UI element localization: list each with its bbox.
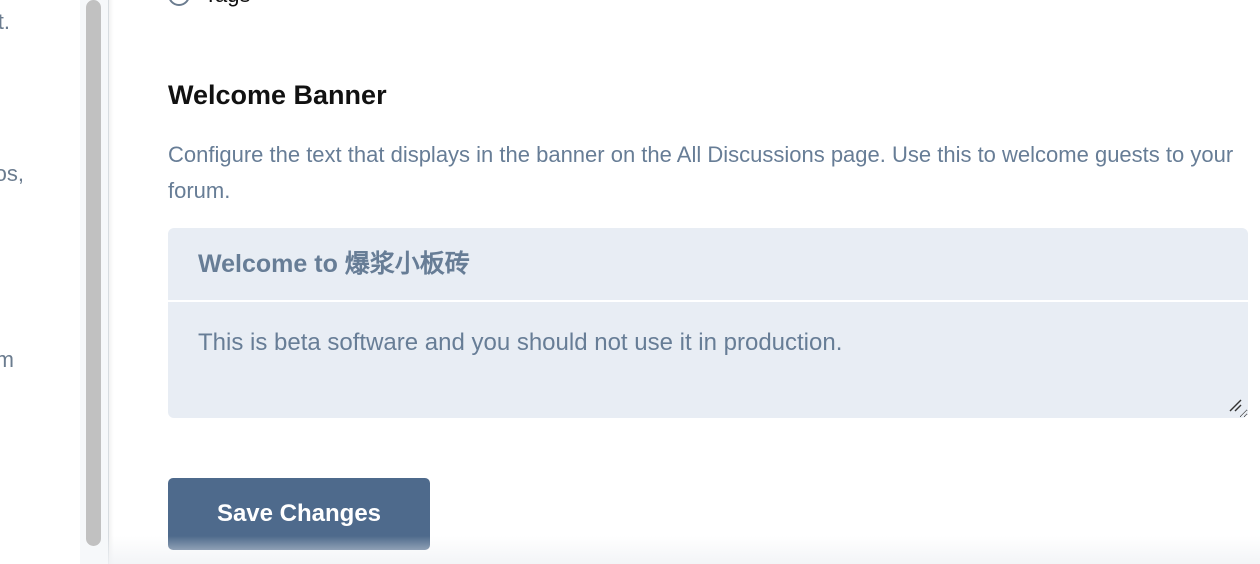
sidebar: t. os, m — [0, 0, 81, 564]
section-description: Configure the text that displays in the … — [168, 142, 1234, 203]
sidebar-text-fragment: os, — [0, 161, 24, 186]
sidebar-text-fragment: t. — [0, 9, 10, 34]
banner-title-input[interactable] — [168, 228, 1248, 300]
radio-option-tags[interactable]: Tags — [168, 0, 250, 8]
radio-label: Tags — [204, 0, 250, 8]
welcome-banner-editor: This is beta software and you should not… — [168, 228, 1248, 418]
section-title: Welcome Banner — [168, 80, 387, 110]
radio-button[interactable] — [168, 0, 190, 6]
divider-shadow — [108, 0, 114, 564]
save-changes-button[interactable]: Save Changes — [168, 478, 430, 550]
resize-handle-icon[interactable] — [1228, 398, 1242, 412]
sidebar-scrollbar[interactable] — [80, 0, 109, 564]
admin-page: t. os, m Tags Welcome Banner Configure t… — [0, 0, 1260, 564]
scrollbar-thumb[interactable] — [86, 0, 101, 546]
banner-text-textarea[interactable]: This is beta software and you should not… — [168, 302, 1248, 418]
sidebar-text-fragment: m — [0, 348, 14, 372]
